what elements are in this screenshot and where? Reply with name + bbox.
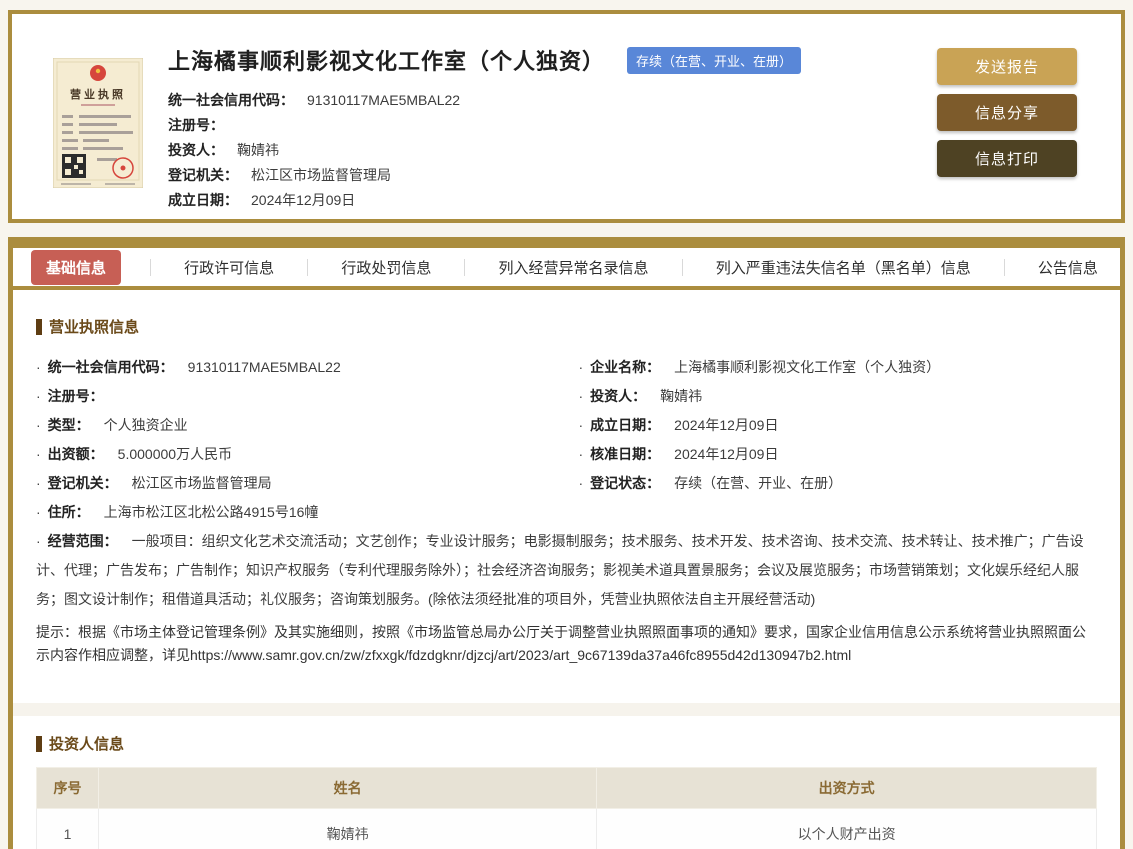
field-type: ·类型：个人独资企业 bbox=[36, 411, 555, 440]
table-row: 1 鞠婧祎 以个人财产出资 bbox=[37, 809, 1097, 849]
field-reg-number: ·注册号： bbox=[36, 382, 555, 411]
tab-admin-penalty[interactable]: 行政处罚信息 bbox=[337, 251, 435, 284]
investor-section-title: 投资人信息 bbox=[36, 733, 1097, 754]
tab-divider bbox=[150, 259, 151, 276]
qr-code bbox=[62, 154, 86, 178]
investor-table: 序号 姓名 出资方式 1 鞠婧祎 以个人财产出资 bbox=[36, 767, 1097, 849]
field-company-name: ·企业名称：上海橘事顺利影视文化工作室（个人独资） bbox=[579, 353, 1098, 382]
company-summary: 上海橘事顺利影视文化工作室（个人独资） 存续（在营、开业、在册） 统一社会信用代… bbox=[168, 44, 801, 213]
tab-abnormal-operations[interactable]: 列入经营异常名录信息 bbox=[495, 251, 653, 284]
send-report-button[interactable]: 发送报告 bbox=[937, 48, 1077, 85]
info-share-button[interactable]: 信息分享 bbox=[937, 94, 1077, 131]
field-registration-status: ·登记状态：存续（在营、开业、在册） bbox=[579, 469, 1098, 498]
status-badge: 存续（在营、开业、在册） bbox=[627, 47, 801, 74]
tab-admin-license[interactable]: 行政许可信息 bbox=[180, 251, 278, 284]
field-establish-date: ·成立日期：2024年12月09日 bbox=[579, 411, 1098, 440]
tab-bar: 基础信息 行政许可信息 行政处罚信息 列入经营异常名录信息 列入严重违法失信名单… bbox=[13, 248, 1120, 290]
tab-announcements[interactable]: 公告信息 bbox=[1034, 251, 1102, 284]
field-registry-authority: ·登记机关：松江区市场监督管理局 bbox=[36, 469, 555, 498]
cell-index: 1 bbox=[37, 809, 99, 849]
section-divider bbox=[13, 703, 1120, 716]
license-info-grid: ·统一社会信用代码：91310117MAE5MBAL22 ·企业名称：上海橘事顺… bbox=[36, 353, 1097, 614]
field-address: ·住所：上海市松江区北松公路4915号16幢 bbox=[36, 498, 1097, 527]
page-title: 上海橘事顺利影视文化工作室（个人独资） bbox=[168, 44, 605, 76]
header-field-reg-number: 注册号： bbox=[168, 113, 801, 138]
cell-method: 以个人财产出资 bbox=[597, 809, 1097, 849]
tab-divider bbox=[1004, 259, 1005, 276]
tab-content: 营业执照信息 ·统一社会信用代码：91310117MAE5MBAL22 ·企业名… bbox=[13, 290, 1120, 849]
tab-divider bbox=[682, 259, 683, 276]
tab-divider bbox=[307, 259, 308, 276]
field-credit-code: ·统一社会信用代码：91310117MAE5MBAL22 bbox=[36, 353, 555, 382]
column-header-method: 出资方式 bbox=[597, 768, 1097, 809]
business-license-thumbnail: 营业执照 bbox=[53, 58, 143, 188]
section-title-bar bbox=[36, 319, 42, 335]
investor-table-header-row: 序号 姓名 出资方式 bbox=[37, 768, 1097, 809]
header-field-registry: 登记机关：松江区市场监督管理局 bbox=[168, 163, 801, 188]
field-investor: ·投资人：鞠婧祎 bbox=[579, 382, 1098, 411]
header-field-established: 成立日期：2024年12月09日 bbox=[168, 188, 801, 213]
section-title-bar bbox=[36, 736, 42, 752]
tab-basic-info[interactable]: 基础信息 bbox=[31, 250, 121, 285]
license-title-text: 营业执照 bbox=[70, 87, 126, 101]
cell-name: 鞠婧祎 bbox=[99, 809, 597, 849]
license-info-section-title: 营业执照信息 bbox=[36, 316, 1097, 337]
field-capital: ·出资额：5.000000万人民币 bbox=[36, 440, 555, 469]
company-header-card: 营业执照 上海橘事顺利影视文化工作室（个人独资） bbox=[8, 10, 1125, 223]
tab-serious-violations[interactable]: 列入严重违法失信名单（黑名单）信息 bbox=[712, 251, 975, 284]
column-header-name: 姓名 bbox=[99, 768, 597, 809]
tab-divider bbox=[464, 259, 465, 276]
field-business-scope: ·经营范围：一般项目：组织文化艺术交流活动；文艺创作；专业设计服务；电影摄制服务… bbox=[36, 527, 1097, 614]
main-info-card: 基础信息 行政许可信息 行政处罚信息 列入经营异常名录信息 列入严重违法失信名单… bbox=[8, 237, 1125, 849]
field-approval-date: ·核准日期：2024年12月09日 bbox=[579, 440, 1098, 469]
info-print-button[interactable]: 信息打印 bbox=[937, 140, 1077, 177]
header-field-investor: 投资人：鞠婧祎 bbox=[168, 138, 801, 163]
license-notice-text: 提示：根据《市场主体登记管理条例》及其实施细则，按照《市场监管总局办公厅关于调整… bbox=[36, 621, 1097, 667]
column-header-index: 序号 bbox=[37, 768, 99, 809]
header-action-buttons: 发送报告 信息分享 信息打印 bbox=[937, 48, 1077, 177]
national-emblem-icon bbox=[90, 65, 106, 81]
header-field-credit-code: 统一社会信用代码：91310117MAE5MBAL22 bbox=[168, 88, 801, 113]
